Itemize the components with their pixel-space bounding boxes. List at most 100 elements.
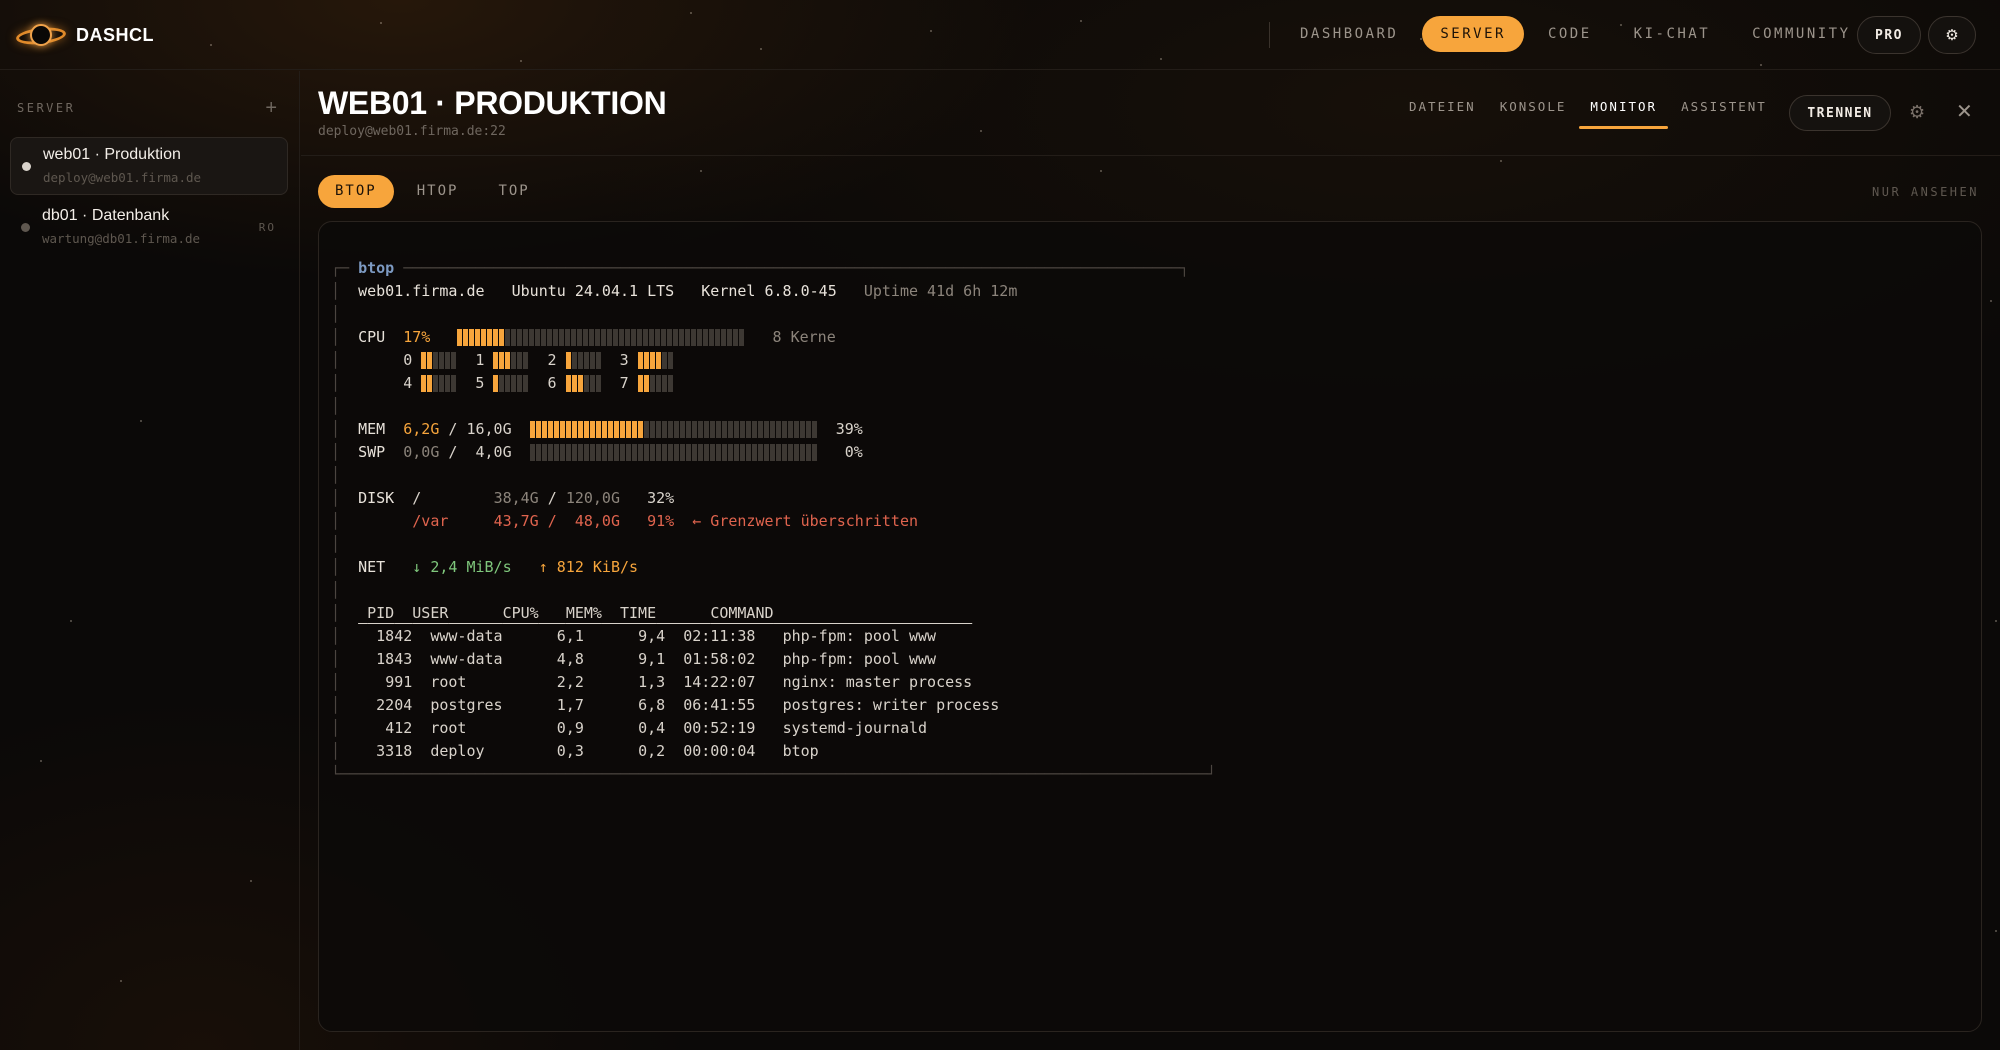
bar-cell (601, 444, 607, 461)
nav-server[interactable]: SERVER (1422, 16, 1524, 52)
bar-cell (739, 444, 745, 461)
bar-cell (571, 444, 577, 461)
btop-output: ┌─ btop ────────────────────────────────… (331, 259, 1217, 783)
bar-cell (763, 421, 769, 438)
bar-cell (469, 329, 475, 346)
process-cell: 9,1 (638, 650, 666, 668)
tab-btop[interactable]: BTOP (318, 175, 394, 208)
bar-cell (661, 352, 667, 369)
bar-cell (577, 375, 583, 392)
close-icon[interactable]: ✕ (1956, 99, 1973, 124)
process-cell: php-fpm: pool www (782, 650, 937, 668)
nav-ki-chat[interactable]: KI-CHAT (1616, 16, 1729, 52)
tab-assistent[interactable]: ASSISTENT (1669, 85, 1779, 129)
bar-cell (721, 444, 727, 461)
bar-cell (781, 421, 787, 438)
bar-cell (451, 375, 457, 392)
bar-cell (481, 329, 487, 346)
swp-bar (529, 444, 818, 461)
logo-icon (14, 14, 68, 56)
bar-cell (523, 329, 529, 346)
star-dot (1500, 160, 1502, 162)
tab-konsole[interactable]: KONSOLE (1488, 85, 1579, 129)
server-item-web01[interactable]: web01 · Produktion deploy@web01.firma.de (10, 137, 288, 195)
sidebar-header: SERVER + (17, 98, 277, 118)
bar-cell (703, 421, 709, 438)
bar-cell (649, 444, 655, 461)
brand[interactable]: DASHCL (14, 14, 154, 56)
tab-dateien[interactable]: DATEIEN (1397, 85, 1488, 129)
bar-cell (577, 444, 583, 461)
core-bar (493, 375, 529, 392)
process-cell: 2204 (376, 696, 413, 714)
status-dot-icon (22, 162, 31, 171)
bar-cell (445, 352, 451, 369)
tab-monitor[interactable]: MONITOR (1578, 85, 1669, 129)
bar-cell (709, 421, 715, 438)
bar-cell (613, 421, 619, 438)
core-bar (565, 352, 602, 369)
star-dot (1990, 300, 1992, 302)
bar-cell (751, 444, 757, 461)
bar-cell (595, 375, 601, 392)
nav-code[interactable]: CODE (1530, 16, 1610, 52)
bar-cell (769, 421, 775, 438)
page-title: WEB01 · PRODUKTION (318, 85, 667, 121)
bar-cell (787, 421, 793, 438)
bar-cell (583, 444, 589, 461)
bar-cell (559, 421, 565, 438)
tab-top[interactable]: TOP (481, 175, 546, 208)
bar-cell (691, 421, 697, 438)
col-user: USER (412, 604, 449, 622)
sidebar-title: SERVER (17, 101, 76, 115)
pro-button[interactable]: PRO (1857, 16, 1921, 54)
bar-cell (505, 329, 511, 346)
process-cell: 412 (385, 719, 413, 737)
core-bar (493, 352, 529, 369)
bar-cell (565, 329, 571, 346)
core-bar (637, 375, 674, 392)
bar-cell (571, 352, 577, 369)
terminal-panel[interactable]: ┌─ btop ────────────────────────────────… (318, 221, 1982, 1032)
bar-cell (697, 329, 703, 346)
add-server-icon[interactable]: + (265, 98, 277, 118)
process-cell: www-data (430, 627, 503, 645)
bar-cell (721, 329, 727, 346)
bar-cell (637, 375, 643, 392)
status-dot-icon (21, 223, 30, 232)
bar-cell (583, 421, 589, 438)
process-cell: 9,4 (638, 627, 666, 645)
settings-button[interactable]: ⚙ (1928, 16, 1976, 54)
bar-cell (793, 421, 799, 438)
bar-cell (721, 421, 727, 438)
gear-icon[interactable]: ⚙ (1909, 102, 1925, 123)
disconnect-button[interactable]: TRENNEN (1789, 95, 1891, 131)
bar-cell (433, 375, 439, 392)
bar-cell (619, 444, 625, 461)
bar-cell (559, 329, 565, 346)
bar-cell (571, 329, 577, 346)
bar-cell (523, 375, 529, 392)
core-id: 4 (403, 374, 413, 392)
nav-dashboard[interactable]: DASHBOARD (1282, 16, 1416, 52)
tab-htop[interactable]: HTOP (400, 175, 476, 208)
bar-cell (691, 329, 697, 346)
bar-cell (643, 444, 649, 461)
core-id: 6 (547, 374, 557, 392)
server-item-db01[interactable]: db01 · Datenbank wartung@db01.firma.de R… (10, 199, 288, 257)
bar-cell (541, 329, 547, 346)
disk-used: 43,7G (493, 512, 539, 530)
gear-icon: ⚙ (1945, 27, 1959, 44)
bar-cell (487, 329, 493, 346)
bar-cell (427, 352, 433, 369)
swp-label: SWP (358, 443, 386, 461)
mem-total: 16,0G (466, 420, 512, 438)
nav-community[interactable]: COMMUNITY (1734, 16, 1868, 52)
bar-cell (589, 352, 595, 369)
main-header: WEB01 · PRODUKTION deploy@web01.firma.de… (301, 71, 2000, 156)
bar-cell (709, 329, 715, 346)
bar-cell (607, 444, 613, 461)
server-name: web01 · Produktion (43, 146, 181, 163)
bar-cell (535, 329, 541, 346)
bar-cell (715, 421, 721, 438)
